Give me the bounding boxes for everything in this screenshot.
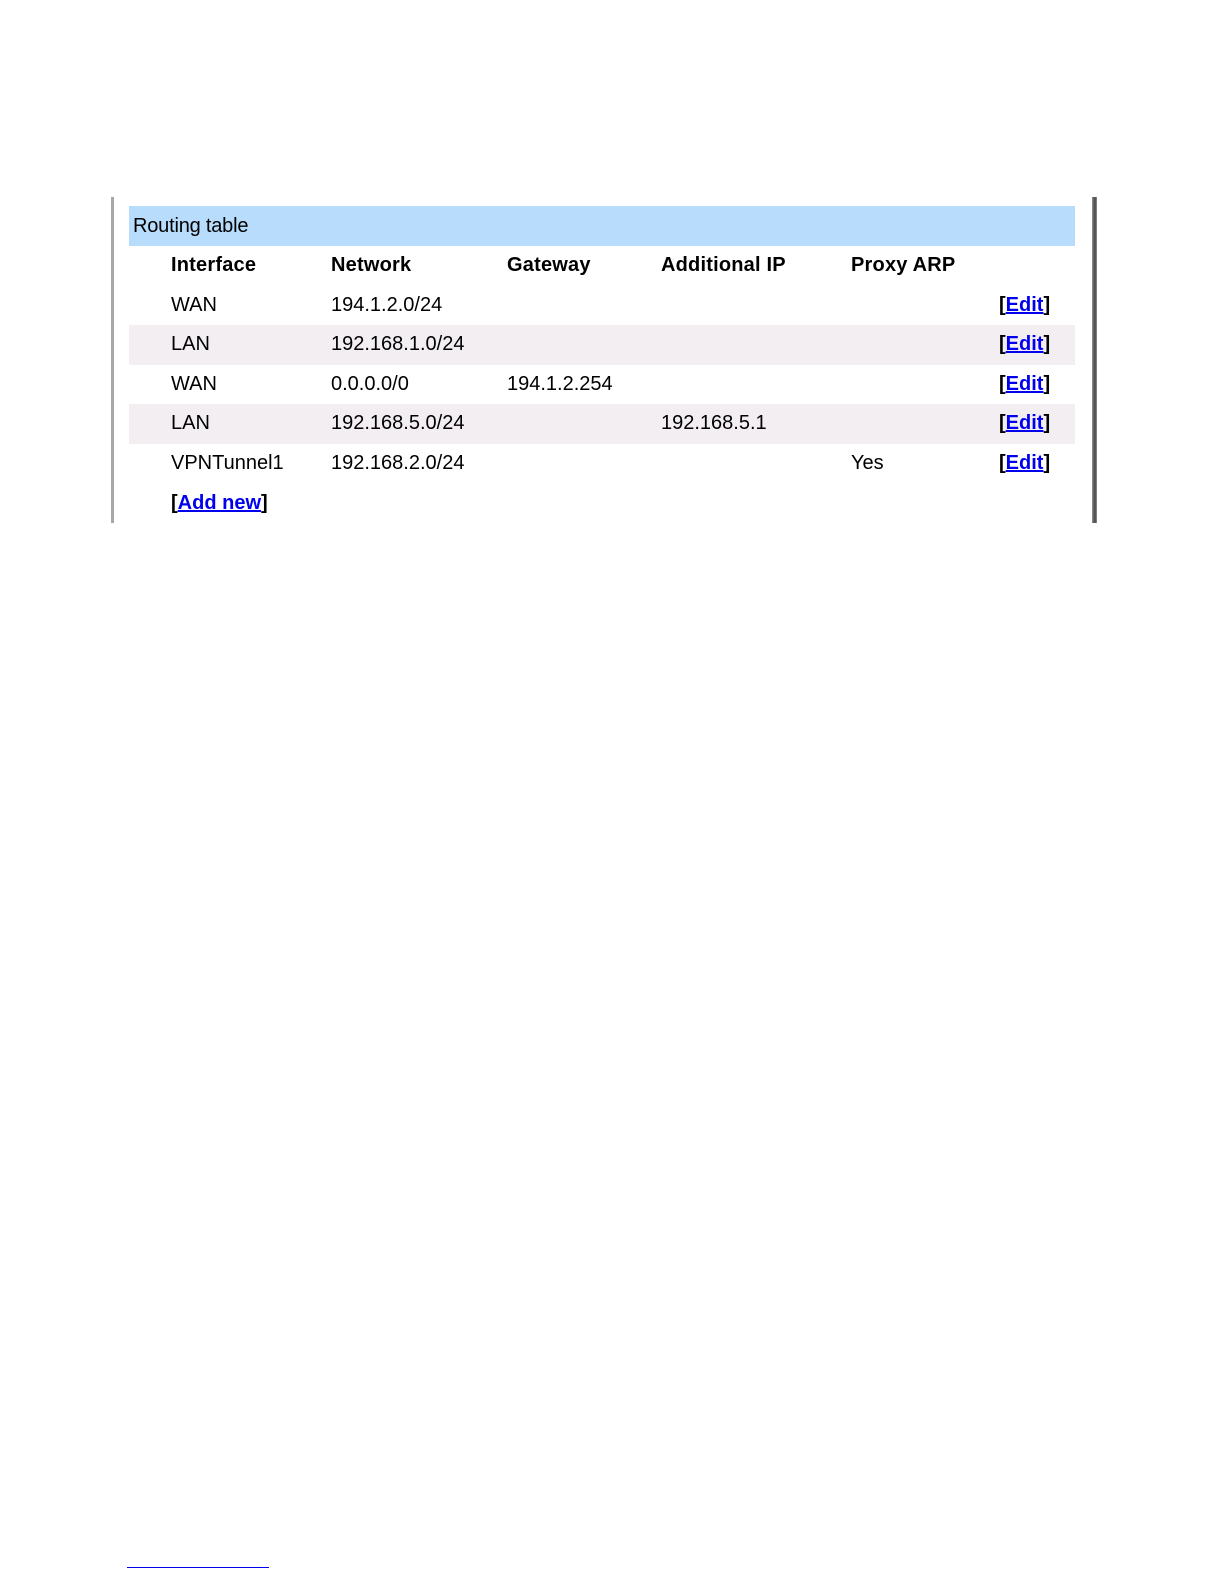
cell-gateway [507, 444, 661, 484]
cell-add-new: [Add new] [171, 491, 268, 514]
table-row: WAN 194.1.2.0/24 [Edit] [129, 286, 1075, 326]
cell-network: 192.168.2.0/24 [331, 451, 465, 474]
cell-network: 192.168.1.0/24 [331, 325, 507, 365]
cell-interface: WAN [171, 293, 217, 316]
cell-action: [Edit] [999, 451, 1051, 474]
table-row: VPNTunnel1 192.168.2.0/24 Yes [Edit] [129, 444, 1075, 484]
cell-network: 0.0.0.0/0 [331, 372, 409, 395]
cell-action: [Edit] [999, 293, 1051, 316]
edit-link[interactable]: Edit [1006, 294, 1044, 316]
panel-title: Routing table [133, 214, 249, 237]
cell-gateway [507, 286, 661, 326]
cell-proxy-arp: Yes [851, 451, 884, 474]
cell-interface: VPNTunnel1 [171, 451, 284, 474]
cell-proxy-arp [851, 365, 999, 405]
panel-right-border [1092, 197, 1097, 523]
add-new-link[interactable]: Add new [178, 492, 261, 514]
cell-gateway [507, 325, 661, 365]
column-header-proxy-arp: Proxy ARP [851, 254, 956, 277]
edit-link[interactable]: Edit [1006, 333, 1044, 355]
footer-divider [127, 1567, 269, 1568]
cell-network: 192.168.5.0/24 [331, 404, 507, 444]
cell-action: [Edit] [999, 325, 1075, 365]
cell-proxy-arp [851, 404, 999, 444]
edit-link[interactable]: Edit [1006, 412, 1044, 434]
column-header-interface: Interface [171, 254, 257, 277]
cell-additional-ip [661, 325, 851, 365]
edit-link[interactable]: Edit [1006, 452, 1044, 474]
cell-network: 194.1.2.0/24 [331, 293, 443, 316]
cell-interface: WAN [171, 372, 217, 395]
routing-table: Interface Network Gateway Additional IP … [129, 246, 1075, 523]
cell-gateway: 194.1.2.254 [507, 372, 613, 395]
cell-interface: LAN [171, 404, 331, 444]
table-header-row: Interface Network Gateway Additional IP … [129, 246, 1075, 286]
cell-action: [Edit] [999, 372, 1051, 395]
cell-proxy-arp [851, 286, 999, 326]
cell-action: [Edit] [999, 404, 1075, 444]
panel-title-bar: Routing table [129, 206, 1075, 246]
table-row: LAN 192.168.5.0/24 192.168.5.1 [Edit] [129, 404, 1075, 444]
add-new-row: [Add new] [129, 483, 1075, 523]
cell-interface: LAN [171, 325, 331, 365]
cell-additional-ip [661, 286, 851, 326]
cell-gateway [507, 404, 661, 444]
cell-additional-ip: 192.168.5.1 [661, 404, 851, 444]
cell-additional-ip [661, 365, 851, 405]
table-row: WAN 0.0.0.0/0 194.1.2.254 [Edit] [129, 365, 1075, 405]
column-header-network: Network [331, 254, 412, 277]
table-row: LAN 192.168.1.0/24 [Edit] [129, 325, 1075, 365]
cell-proxy-arp [851, 325, 999, 365]
edit-link[interactable]: Edit [1006, 373, 1044, 395]
column-header-gateway: Gateway [507, 254, 591, 277]
cell-additional-ip [661, 444, 851, 484]
column-header-additional-ip: Additional IP [661, 254, 786, 277]
